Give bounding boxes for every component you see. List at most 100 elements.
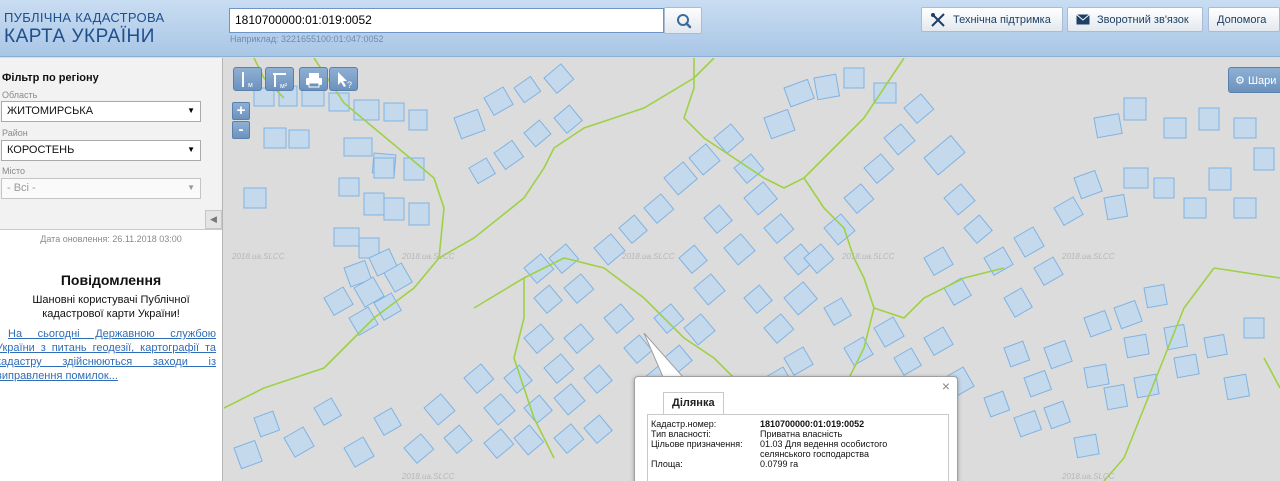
parcel[interactable] [603,303,635,335]
parcel[interactable] [923,326,954,356]
parcel[interactable] [333,227,360,247]
parcel[interactable] [688,143,721,176]
parcel[interactable] [243,187,267,209]
parcel[interactable] [313,397,342,426]
parcel[interactable] [1073,169,1103,200]
parcel[interactable] [763,313,795,345]
logo[interactable]: ПУБЛІЧНА КАДАСТРОВА КАРТА УКРАЇНИ [4,10,164,48]
parcel[interactable] [343,436,375,468]
parcel[interactable] [693,273,726,306]
parcel[interactable] [1043,339,1073,370]
parcel[interactable] [408,109,428,131]
parcel[interactable] [1113,299,1143,330]
parcel[interactable] [253,410,281,438]
parcel[interactable] [363,192,385,216]
parcel[interactable] [583,364,613,395]
parcel[interactable] [783,346,814,376]
parcel[interactable] [453,108,486,140]
parcel[interactable] [553,104,583,135]
parcel[interactable] [823,297,852,326]
collapse-sidebar-button[interactable]: ◀ [205,210,222,229]
parcel[interactable] [483,428,515,460]
parcel[interactable] [1013,409,1043,438]
parcel[interactable] [443,424,473,455]
print-button[interactable] [299,67,328,91]
parcel[interactable] [1198,107,1220,131]
parcel[interactable] [1243,317,1265,339]
parcel[interactable] [1003,287,1033,318]
tab-parcel[interactable]: Ділянка [663,392,724,414]
parcel[interactable] [843,336,874,366]
parcel[interactable] [1123,97,1147,121]
search-button[interactable] [664,7,702,34]
parcel[interactable] [543,353,575,385]
parcel[interactable] [783,281,819,316]
parcel[interactable] [373,407,402,436]
parcel[interactable] [703,204,733,235]
parcel[interactable] [1208,167,1232,191]
parcel[interactable] [813,73,841,101]
parcel[interactable] [1163,117,1187,139]
parcel[interactable] [843,183,875,215]
parcel[interactable] [483,393,516,426]
parcel[interactable] [408,202,430,226]
parcel[interactable] [1003,340,1031,368]
parcel[interactable] [1103,383,1129,411]
parcel[interactable] [553,423,585,455]
parcel[interactable] [483,86,514,116]
parcel[interactable] [1093,113,1123,139]
parcel[interactable] [903,93,935,125]
oblast-select[interactable]: ЖИТОМИРСЬКА ▼ [1,101,201,122]
parcel[interactable] [723,233,756,266]
layers-button[interactable]: ⚙ Шари [1228,67,1280,93]
parcel[interactable] [783,78,815,108]
raion-select[interactable]: КОРОСТЕНЬ ▼ [1,140,201,161]
parcel[interactable] [283,426,315,458]
parcel[interactable] [678,244,708,275]
parcel[interactable] [743,181,779,216]
tech-support-button[interactable]: Технічна підтримка [921,7,1063,32]
parcel[interactable] [663,161,699,196]
parcel[interactable] [403,433,435,465]
parcel[interactable] [943,183,976,216]
parcel[interactable] [323,286,354,316]
zoom-out-button[interactable]: - [232,121,250,139]
parcel[interactable] [1253,147,1275,171]
parcel[interactable] [943,277,972,306]
parcel[interactable] [1083,363,1110,389]
parcel[interactable] [1033,256,1064,286]
parcel[interactable] [713,123,745,155]
parcel[interactable] [1103,193,1129,221]
parcel[interactable] [763,108,796,140]
parcel[interactable] [543,63,575,95]
parcel[interactable] [1223,373,1251,401]
parcel[interactable] [873,316,905,348]
close-icon[interactable]: × [942,378,950,394]
parcel[interactable] [963,214,993,245]
parcel[interactable] [233,439,263,470]
measure-length-button[interactable]: м [233,67,262,91]
parcel[interactable] [353,99,380,121]
misto-select[interactable]: - Всі - ▼ [1,178,201,199]
parcel[interactable] [1023,369,1053,398]
feedback-button[interactable]: Зворотний зв'язок [1067,7,1203,32]
parcel[interactable] [1083,309,1113,338]
identify-button[interactable]: ? [329,67,358,91]
parcel[interactable] [533,284,563,315]
parcel[interactable] [763,213,795,245]
parcel[interactable] [893,347,922,376]
parcel[interactable] [583,414,613,445]
parcel[interactable] [983,246,1014,276]
parcel[interactable] [823,213,856,246]
parcel[interactable] [513,75,542,104]
parcel[interactable] [1123,333,1150,359]
parcel[interactable] [423,393,456,426]
parcel[interactable] [653,303,685,335]
parcel[interactable] [1233,117,1257,139]
cadastral-search-input[interactable]: 1810700000:01:019:0052 [229,8,664,33]
parcel[interactable] [373,157,395,179]
parcel[interactable] [743,284,773,315]
help-button[interactable]: Допомога [1208,7,1280,32]
parcel[interactable] [1183,197,1207,219]
parcel[interactable] [493,139,525,171]
